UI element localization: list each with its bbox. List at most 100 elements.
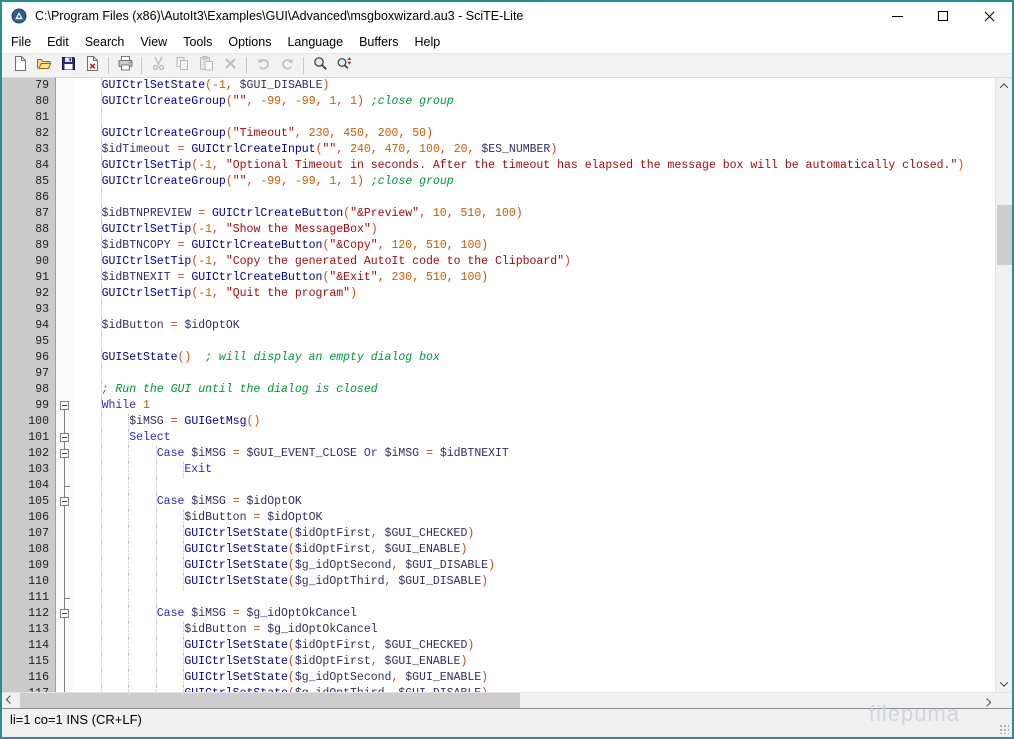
fold-margin <box>56 94 74 110</box>
fold-toggle[interactable] <box>56 446 74 462</box>
code-text[interactable]: GUICtrlCreateGroup("", -99, -99, 1, 1) ;… <box>74 174 995 190</box>
code-text[interactable]: Case $iMSG = $g_idOptOkCancel <box>74 606 995 622</box>
fold-collapse-icon[interactable] <box>60 433 69 442</box>
menu-edit[interactable]: Edit <box>39 32 77 52</box>
scroll-up-button[interactable] <box>996 78 1012 94</box>
code-text[interactable]: $idBTNCOPY = GUICtrlCreateButton("&Copy"… <box>74 238 995 254</box>
code-text[interactable]: $idBTNPREVIEW = GUICtrlCreateButton("&Pr… <box>74 206 995 222</box>
copy-button <box>170 55 194 76</box>
line-number: 93 <box>2 302 56 318</box>
fold-margin <box>56 670 74 686</box>
find-button[interactable] <box>308 55 332 76</box>
fold-margin <box>56 542 74 558</box>
code-text[interactable] <box>74 190 995 206</box>
code-text[interactable]: $idBTNEXIT = GUICtrlCreateButton("&Exit"… <box>74 270 995 286</box>
code-text[interactable]: GUICtrlSetTip(-1, "Copy the generated Au… <box>74 254 995 270</box>
new-file-button[interactable] <box>8 55 32 76</box>
code-line-93: 93 <box>2 302 995 318</box>
code-text[interactable]: Case $iMSG = $GUI_EVENT_CLOSE Or $iMSG =… <box>74 446 995 462</box>
code-text[interactable]: GUICtrlSetTip(-1, "Optional Timeout in s… <box>74 158 995 174</box>
close-button[interactable] <box>966 2 1012 30</box>
menu-tools[interactable]: Tools <box>175 32 220 52</box>
resize-grip[interactable] <box>999 724 1009 734</box>
code-text[interactable]: GUICtrlSetState($idOptFirst, $GUI_ENABLE… <box>74 542 995 558</box>
code-text[interactable]: GUISetState() ; will display an empty di… <box>74 350 995 366</box>
scroll-left-button[interactable] <box>2 693 18 708</box>
code-text[interactable]: GUICtrlCreateGroup("", -99, -99, 1, 1) ;… <box>74 94 995 110</box>
code-text[interactable]: GUICtrlSetState($g_idOptThird, $GUI_DISA… <box>74 574 995 590</box>
chevron-right-icon <box>983 698 991 706</box>
code-text[interactable]: GUICtrlSetState($idOptFirst, $GUI_CHECKE… <box>74 638 995 654</box>
close-file-button[interactable] <box>80 55 104 76</box>
fold-margin <box>56 158 74 174</box>
code-text[interactable]: GUICtrlSetState($g_idOptSecond, $GUI_DIS… <box>74 558 995 574</box>
code-line-82: 82GUICtrlCreateGroup("Timeout", 230, 450… <box>2 126 995 142</box>
line-number: 85 <box>2 174 56 190</box>
code-line-98: 98; Run the GUI until the dialog is clos… <box>2 382 995 398</box>
code-text[interactable]: $idButton = $idOptOK <box>74 318 995 334</box>
fold-toggle[interactable] <box>56 606 74 622</box>
code-text[interactable]: GUICtrlSetTip(-1, "Show the MessageBox") <box>74 222 995 238</box>
code-text[interactable]: GUICtrlSetState($idOptFirst, $GUI_CHECKE… <box>74 526 995 542</box>
code-text[interactable]: $idButton = $idOptOK <box>74 510 995 526</box>
fold-toggle[interactable] <box>56 494 74 510</box>
scroll-down-button[interactable] <box>996 676 1012 692</box>
code-text[interactable]: GUICtrlSetTip(-1, "Quit the program") <box>74 286 995 302</box>
vertical-scroll-thumb[interactable] <box>997 205 1012 265</box>
code-text[interactable]: ; Run the GUI until the dialog is closed <box>74 382 995 398</box>
horizontal-scroll-track[interactable] <box>18 693 979 708</box>
line-number: 79 <box>2 78 56 94</box>
code-line-116: 116GUICtrlSetState($g_idOptSecond, $GUI_… <box>2 670 995 686</box>
code-text[interactable] <box>74 110 995 126</box>
menu-options[interactable]: Options <box>220 32 279 52</box>
scroll-right-button[interactable] <box>979 693 995 708</box>
fold-collapse-icon[interactable] <box>60 497 69 506</box>
menu-view[interactable]: View <box>132 32 175 52</box>
paste-icon <box>198 55 215 77</box>
menu-language[interactable]: Language <box>279 32 351 52</box>
code-text[interactable] <box>74 478 995 494</box>
find-next-button[interactable] <box>332 55 356 76</box>
code-text[interactable]: $idTimeout = GUICtrlCreateInput("", 240,… <box>74 142 995 158</box>
horizontal-scroll-thumb[interactable] <box>20 693 520 708</box>
app-icon <box>11 8 27 24</box>
code-text[interactable] <box>74 590 995 606</box>
horizontal-scrollbar[interactable] <box>2 692 1012 708</box>
menu-buffers[interactable]: Buffers <box>351 32 406 52</box>
menu-file[interactable]: File <box>3 32 39 52</box>
fold-collapse-icon[interactable] <box>60 609 69 618</box>
code-text[interactable]: Select <box>74 430 995 446</box>
fold-margin <box>56 174 74 190</box>
code-text[interactable] <box>74 334 995 350</box>
menu-search[interactable]: Search <box>77 32 133 52</box>
code-text[interactable]: GUICtrlCreateGroup("Timeout", 230, 450, … <box>74 126 995 142</box>
code-text[interactable]: Case $iMSG = $idOptOK <box>74 494 995 510</box>
code-text[interactable]: $idButton = $g_idOptOkCancel <box>74 622 995 638</box>
print-button[interactable] <box>113 55 137 76</box>
code-line-92: 92GUICtrlSetTip(-1, "Quit the program") <box>2 286 995 302</box>
code-text[interactable] <box>74 302 995 318</box>
maximize-button[interactable] <box>920 2 966 30</box>
fold-collapse-icon[interactable] <box>60 449 69 458</box>
code-text[interactable]: GUICtrlSetState(-1, $GUI_DISABLE) <box>74 78 995 94</box>
code-text[interactable]: $iMSG = GUIGetMsg() <box>74 414 995 430</box>
toolbar-separator <box>141 57 142 74</box>
open-file-button[interactable] <box>32 55 56 76</box>
fold-toggle[interactable] <box>56 398 74 414</box>
code-line-84: 84GUICtrlSetTip(-1, "Optional Timeout in… <box>2 158 995 174</box>
minimize-button[interactable] <box>874 2 920 30</box>
vertical-scrollbar[interactable] <box>995 78 1012 692</box>
delete-icon <box>222 55 239 77</box>
code-line-114: 114GUICtrlSetState($idOptFirst, $GUI_CHE… <box>2 638 995 654</box>
menu-bar: FileEditSearchViewToolsOptionsLanguageBu… <box>2 30 1012 53</box>
fold-toggle[interactable] <box>56 430 74 446</box>
code-text[interactable]: Exit <box>74 462 995 478</box>
code-text[interactable] <box>74 366 995 382</box>
menu-help[interactable]: Help <box>406 32 448 52</box>
code-text[interactable]: GUICtrlSetState($g_idOptSecond, $GUI_ENA… <box>74 670 995 686</box>
code-text[interactable]: GUICtrlSetState($idOptFirst, $GUI_ENABLE… <box>74 654 995 670</box>
code-text[interactable]: While 1 <box>74 398 995 414</box>
fold-margin <box>56 286 74 302</box>
fold-collapse-icon[interactable] <box>60 401 69 410</box>
save-file-button[interactable] <box>56 55 80 76</box>
